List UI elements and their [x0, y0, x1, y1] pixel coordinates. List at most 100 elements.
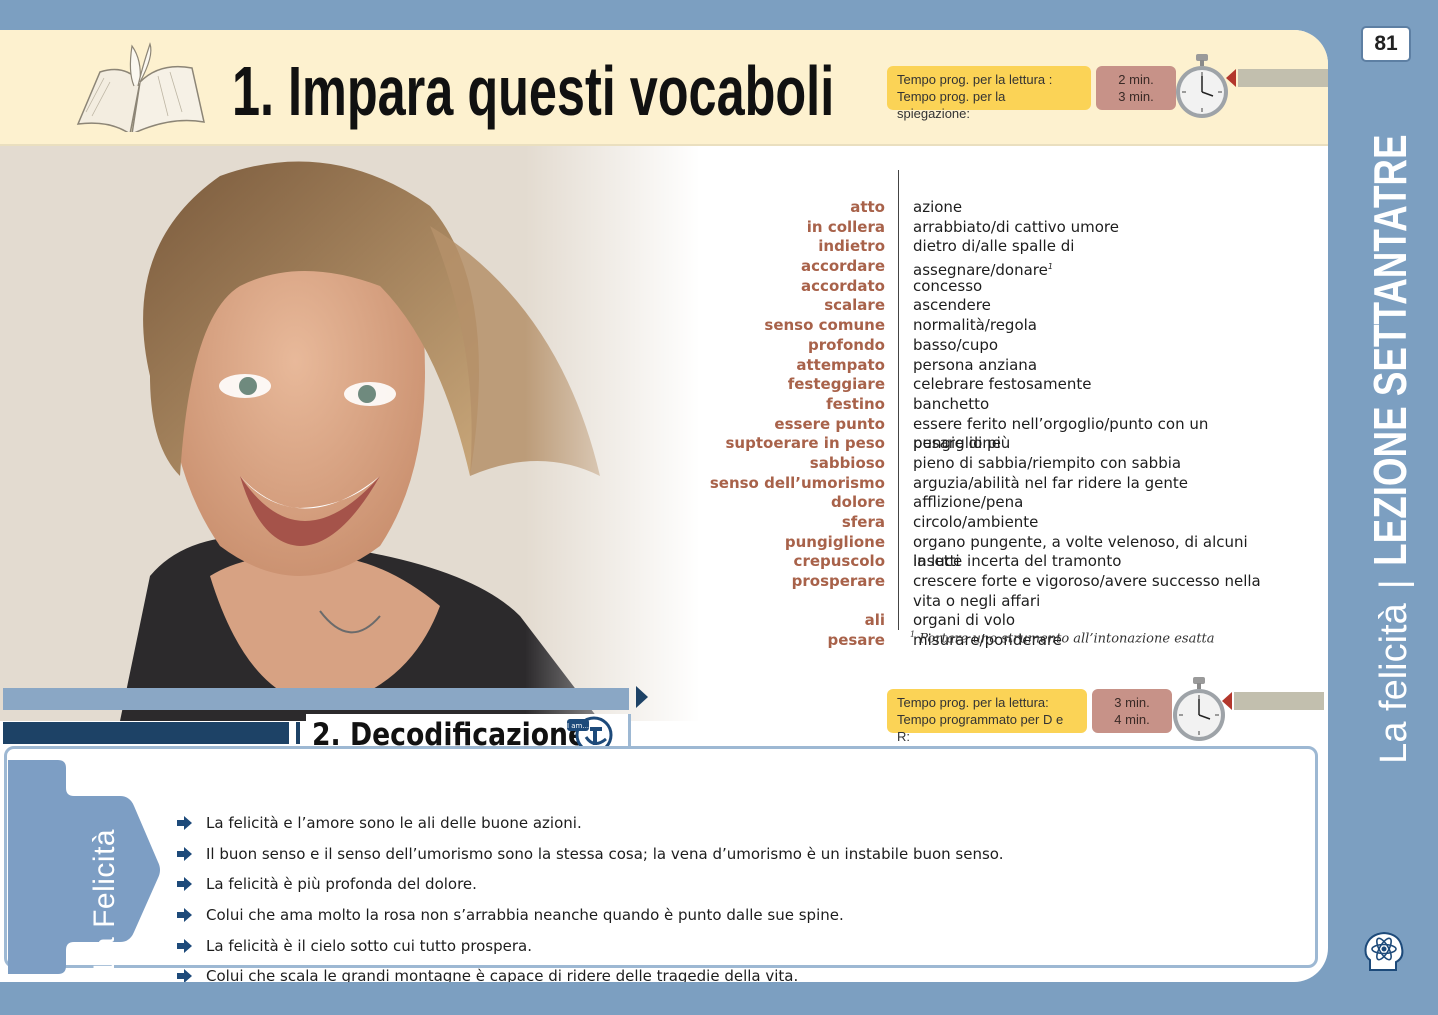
vocab-term: profondo — [808, 335, 885, 354]
vocab-definition-text: azione — [913, 198, 963, 216]
vocab-row: prosperare crescere forte e vigoroso/aver… — [690, 572, 1310, 611]
decoding-sentence: Colui che ama molto la rosa non s’arrabb… — [176, 900, 1003, 931]
lesson-sidebar-title: La felicità | LEZIONE SETTANTATRE — [1363, 26, 1417, 764]
vocab-term: suptoerare in peso — [725, 434, 886, 453]
smiling-woman-photo — [0, 146, 700, 721]
section-title-vocabulary: 1. Impara questi vocaboli — [232, 52, 835, 130]
decoding-sentences: La felicità e l’amore sono le ali delle … — [176, 808, 1003, 982]
vocab-definition-text: persona anziana — [913, 355, 1038, 374]
decoding-sentence-text: Colui che scala le grandi montagne è cap… — [206, 967, 799, 982]
side-tab — [8, 760, 160, 974]
vocab-row: accordare assegnare/donare1 — [690, 257, 1310, 279]
timer-reading-value: 2 min. — [1118, 72, 1154, 87]
timer-marker-icon — [1222, 692, 1232, 710]
vocab-term: indietro — [818, 237, 885, 256]
vocab-definition-text: pieno di sabbia/riempito con sabbia — [913, 453, 1182, 472]
vocab-term: accordato — [801, 276, 885, 295]
vocab-definition-text: afflizione/pena — [913, 493, 1024, 512]
vocab-row: crepuscolo la luce incerta del tramonto — [690, 552, 1310, 572]
vocab-definition: la luce incerta del tramonto — [913, 552, 1283, 572]
arrow-right-icon — [177, 877, 192, 892]
vocab-row: festeggiare celebrare festosamente — [690, 375, 1310, 395]
vocab-term: ali — [864, 611, 885, 630]
decoding-sentence-text: La felicità è più profonda del dolore. — [206, 875, 477, 894]
footnote-text: Portare uno strumento all’intonazione es… — [919, 631, 1215, 647]
vocab-row: in collera arrabbiato/di cattivo umore — [690, 218, 1310, 238]
vocab-term: essere punto — [774, 414, 885, 433]
lesson-subtitle: La felicità — [1373, 603, 1415, 764]
vocab-row: festino banchetto — [690, 395, 1310, 415]
vocab-row: dolore afflizione/pena — [690, 493, 1310, 513]
vocab-term: in collera — [806, 217, 885, 236]
vocab-row: suptoerare in peso pesare di più — [690, 434, 1310, 454]
vocab-definition: dietro di/alle spalle di — [913, 237, 1283, 257]
vocab-definition-text: celebrare festosamente — [913, 375, 1092, 394]
vocab-row: essere punto essere ferito nell’orgoglio/… — [690, 414, 1310, 453]
timer-progress-bar — [1234, 692, 1324, 710]
arrow-right-icon — [177, 969, 192, 982]
vocab-definition-text: circolo/ambiente — [913, 513, 1039, 531]
vocab-term: pungiglione — [784, 532, 885, 551]
vocab-definition-text: arrabbiato/di cattivo umore — [913, 217, 1119, 236]
footnote: 1 Portare uno strumento all’intonazione … — [910, 630, 1215, 646]
vocab-definition-text: basso/cupo — [913, 335, 999, 354]
vocab-row: atto azione — [690, 198, 1310, 218]
vocab-term: accordare — [800, 257, 885, 276]
lesson-title: LEZIONE SETTANTATRE — [1364, 134, 1416, 566]
vocab-definition-text: pesare di più — [913, 434, 1011, 453]
vocab-definition: pieno di sabbia/riempito con sabbia — [913, 454, 1283, 474]
vocab-definition: ascendere — [913, 296, 1283, 316]
timer-explanation-value: 3 min. — [1118, 89, 1154, 104]
atom-head-icon — [1364, 931, 1404, 971]
vocab-definition: crescere forte e vigoroso/avere successo… — [913, 572, 1283, 611]
stopwatch-icon — [1173, 677, 1225, 741]
arrow-right-icon — [177, 846, 192, 861]
side-tab-label: La Felicità — [88, 828, 121, 972]
lesson-page: 1. Impara questi vocaboli Tempo prog. pe… — [0, 30, 1328, 982]
vocab-term: dolore — [830, 493, 885, 512]
vocab-term: prosperare — [791, 572, 885, 591]
section-divider-bar — [3, 688, 629, 710]
decoding-sentence-text: La felicità e l’amore sono le ali delle … — [206, 814, 582, 832]
vocab-definition-text: organi di volo — [913, 611, 1016, 630]
decoding-sentence: La felicità è il cielo sotto cui tutto p… — [176, 931, 1003, 962]
vocab-row: sfera circolo/ambiente — [690, 513, 1310, 533]
vocab-term: pesare — [827, 631, 885, 650]
vocab-definition-text: concesso — [913, 276, 983, 295]
vocab-term: attempato — [796, 355, 885, 374]
vocab-definition-text: crescere forte e vigoroso/avere successo… — [913, 572, 1261, 610]
arrow-right-icon — [177, 938, 192, 953]
timer2-dr-value: 4 min. — [1114, 712, 1150, 727]
vocab-row: attempato persona anziana — [690, 356, 1310, 376]
vocab-definition: afflizione/pena — [913, 493, 1283, 513]
vocab-row: accordato concesso — [690, 277, 1310, 297]
timer2-reading-label: Tempo prog. per la lettura: — [897, 695, 1049, 710]
vocab-definition: concesso — [913, 277, 1283, 297]
section-arrow-icon — [636, 686, 648, 708]
timer2-dr-label: Tempo programmato per D e R: — [897, 712, 1064, 744]
vocab-row: indietro dietro di/alle spalle di — [690, 237, 1310, 257]
decoding-sentence: La felicità e l’amore sono le ali delle … — [176, 808, 1003, 839]
decoding-sentence: Il buon senso e il senso dell’umorismo s… — [176, 839, 1003, 870]
decoding-sentence-text: La felicità è il cielo sotto cui tutto p… — [206, 936, 532, 955]
vocab-definition: azione — [913, 198, 1283, 218]
vocab-definition: banchetto — [913, 395, 1283, 415]
vocabulary-list: atto azione in collera arrabbiato/di cattiv… — [690, 198, 1310, 651]
vocab-row: scalare ascendere — [690, 296, 1310, 316]
vocab-definition: circolo/ambiente — [913, 513, 1283, 533]
vocab-definition: organi di volo — [913, 611, 1283, 631]
vocab-term: sabbioso — [809, 453, 885, 472]
vocab-definition: pesare di più — [913, 434, 1283, 454]
vocab-term: festeggiare — [787, 375, 885, 394]
decoding-sentence-text: Il buon senso e il senso dell’umorismo s… — [206, 844, 1004, 863]
vocab-definition-text: ascendere — [913, 296, 991, 315]
lesson-title-separator: | — [1373, 579, 1415, 590]
i-am-icon-text: I am... — [567, 722, 589, 730]
vocab-definition-text: banchetto — [913, 394, 990, 413]
vocab-term: festino — [826, 394, 885, 413]
section-heading-tick — [296, 722, 300, 744]
arrow-right-icon — [177, 816, 192, 830]
vocab-term: atto — [850, 198, 885, 216]
vocab-term: sfera — [841, 513, 885, 531]
vocab-term: senso comune — [764, 316, 885, 335]
